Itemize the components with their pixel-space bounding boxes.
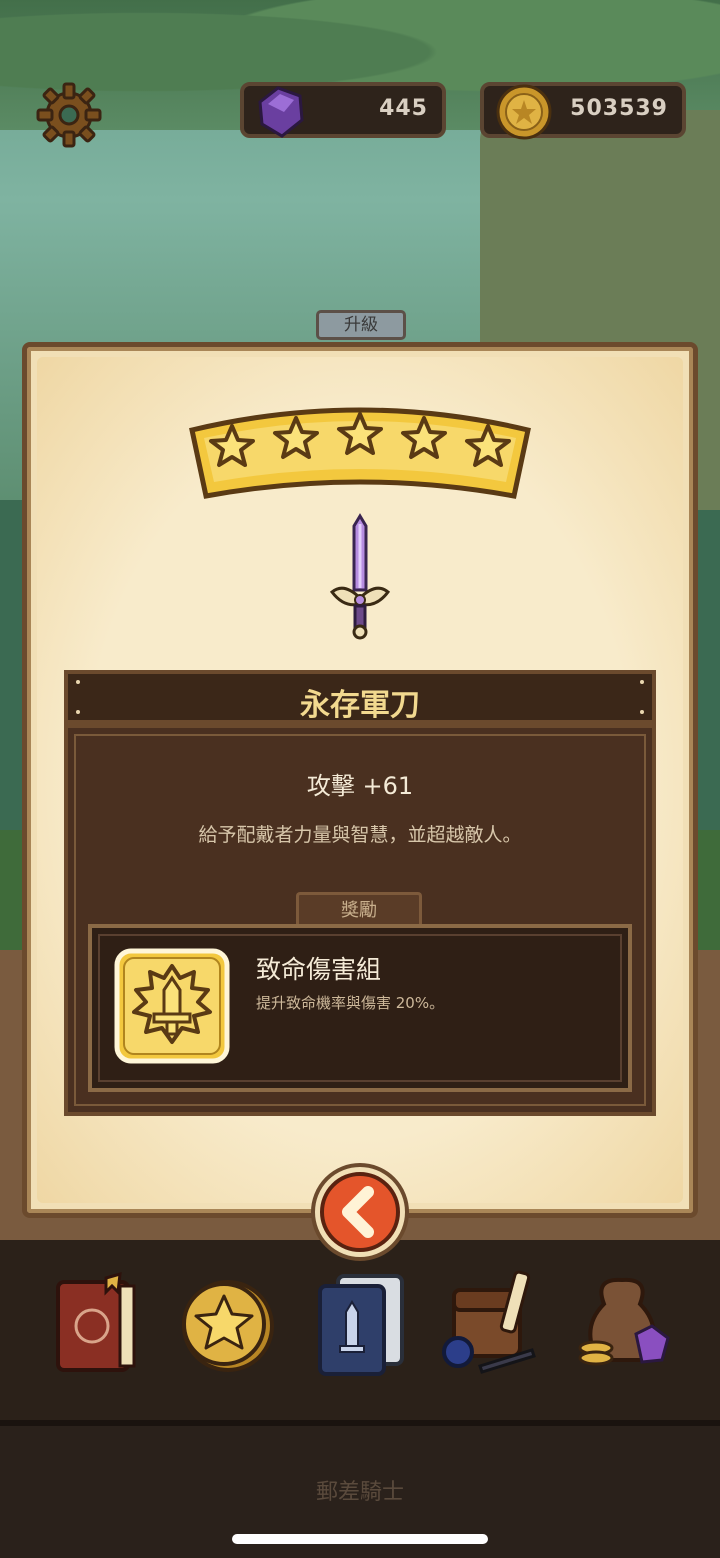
- back-button[interactable]: [310, 1162, 410, 1262]
- star-rating-banner: [189, 407, 531, 499]
- critical-damage-icon: [114, 948, 230, 1064]
- nav-star-coin-button[interactable]: [176, 1268, 276, 1378]
- item-description: 給予配戴者力量與智慧，並超越敵人。: [198, 824, 522, 846]
- nav-loot-button[interactable]: [574, 1268, 674, 1378]
- book-icon: [56, 1271, 136, 1372]
- home-indicator[interactable]: [232, 1534, 488, 1544]
- nav-cards-button[interactable]: [310, 1268, 410, 1378]
- gem-count: 445: [379, 96, 428, 121]
- reward-panel: 致命傷害組 提升致命機率與傷害 20%。: [88, 924, 632, 1092]
- gear-icon: [36, 82, 102, 148]
- attack-stat: 攻擊 +61: [306, 772, 414, 800]
- gold-coin-icon: [496, 84, 552, 140]
- bottom-title: 郵差騎士: [315, 1480, 404, 1505]
- reward-title: 致命傷害組: [256, 955, 382, 984]
- backpack-icon: [442, 1270, 536, 1374]
- coin-count: 503539: [570, 96, 668, 121]
- star-coin-icon: [182, 1280, 274, 1372]
- reward-tab: 獎勵: [296, 892, 422, 928]
- nav-inventory-button[interactable]: [440, 1268, 540, 1378]
- reward-description: 提升致命機率與傷害 20%。: [256, 994, 445, 1012]
- purple-gem-icon: [258, 86, 304, 138]
- loot-bag-icon: [578, 1277, 670, 1366]
- gem-counter[interactable]: 445: [240, 82, 446, 138]
- settings-button[interactable]: [34, 80, 104, 150]
- item-name-bar: 永存軍刀: [64, 670, 656, 724]
- sword-icon: [329, 513, 391, 640]
- nav-book-button[interactable]: [46, 1268, 146, 1378]
- upgrade-tag: 升級: [316, 310, 406, 340]
- item-name: 永存軍刀: [300, 688, 420, 723]
- coin-counter[interactable]: 503539: [480, 82, 686, 140]
- card-deck-icon: [318, 1274, 404, 1376]
